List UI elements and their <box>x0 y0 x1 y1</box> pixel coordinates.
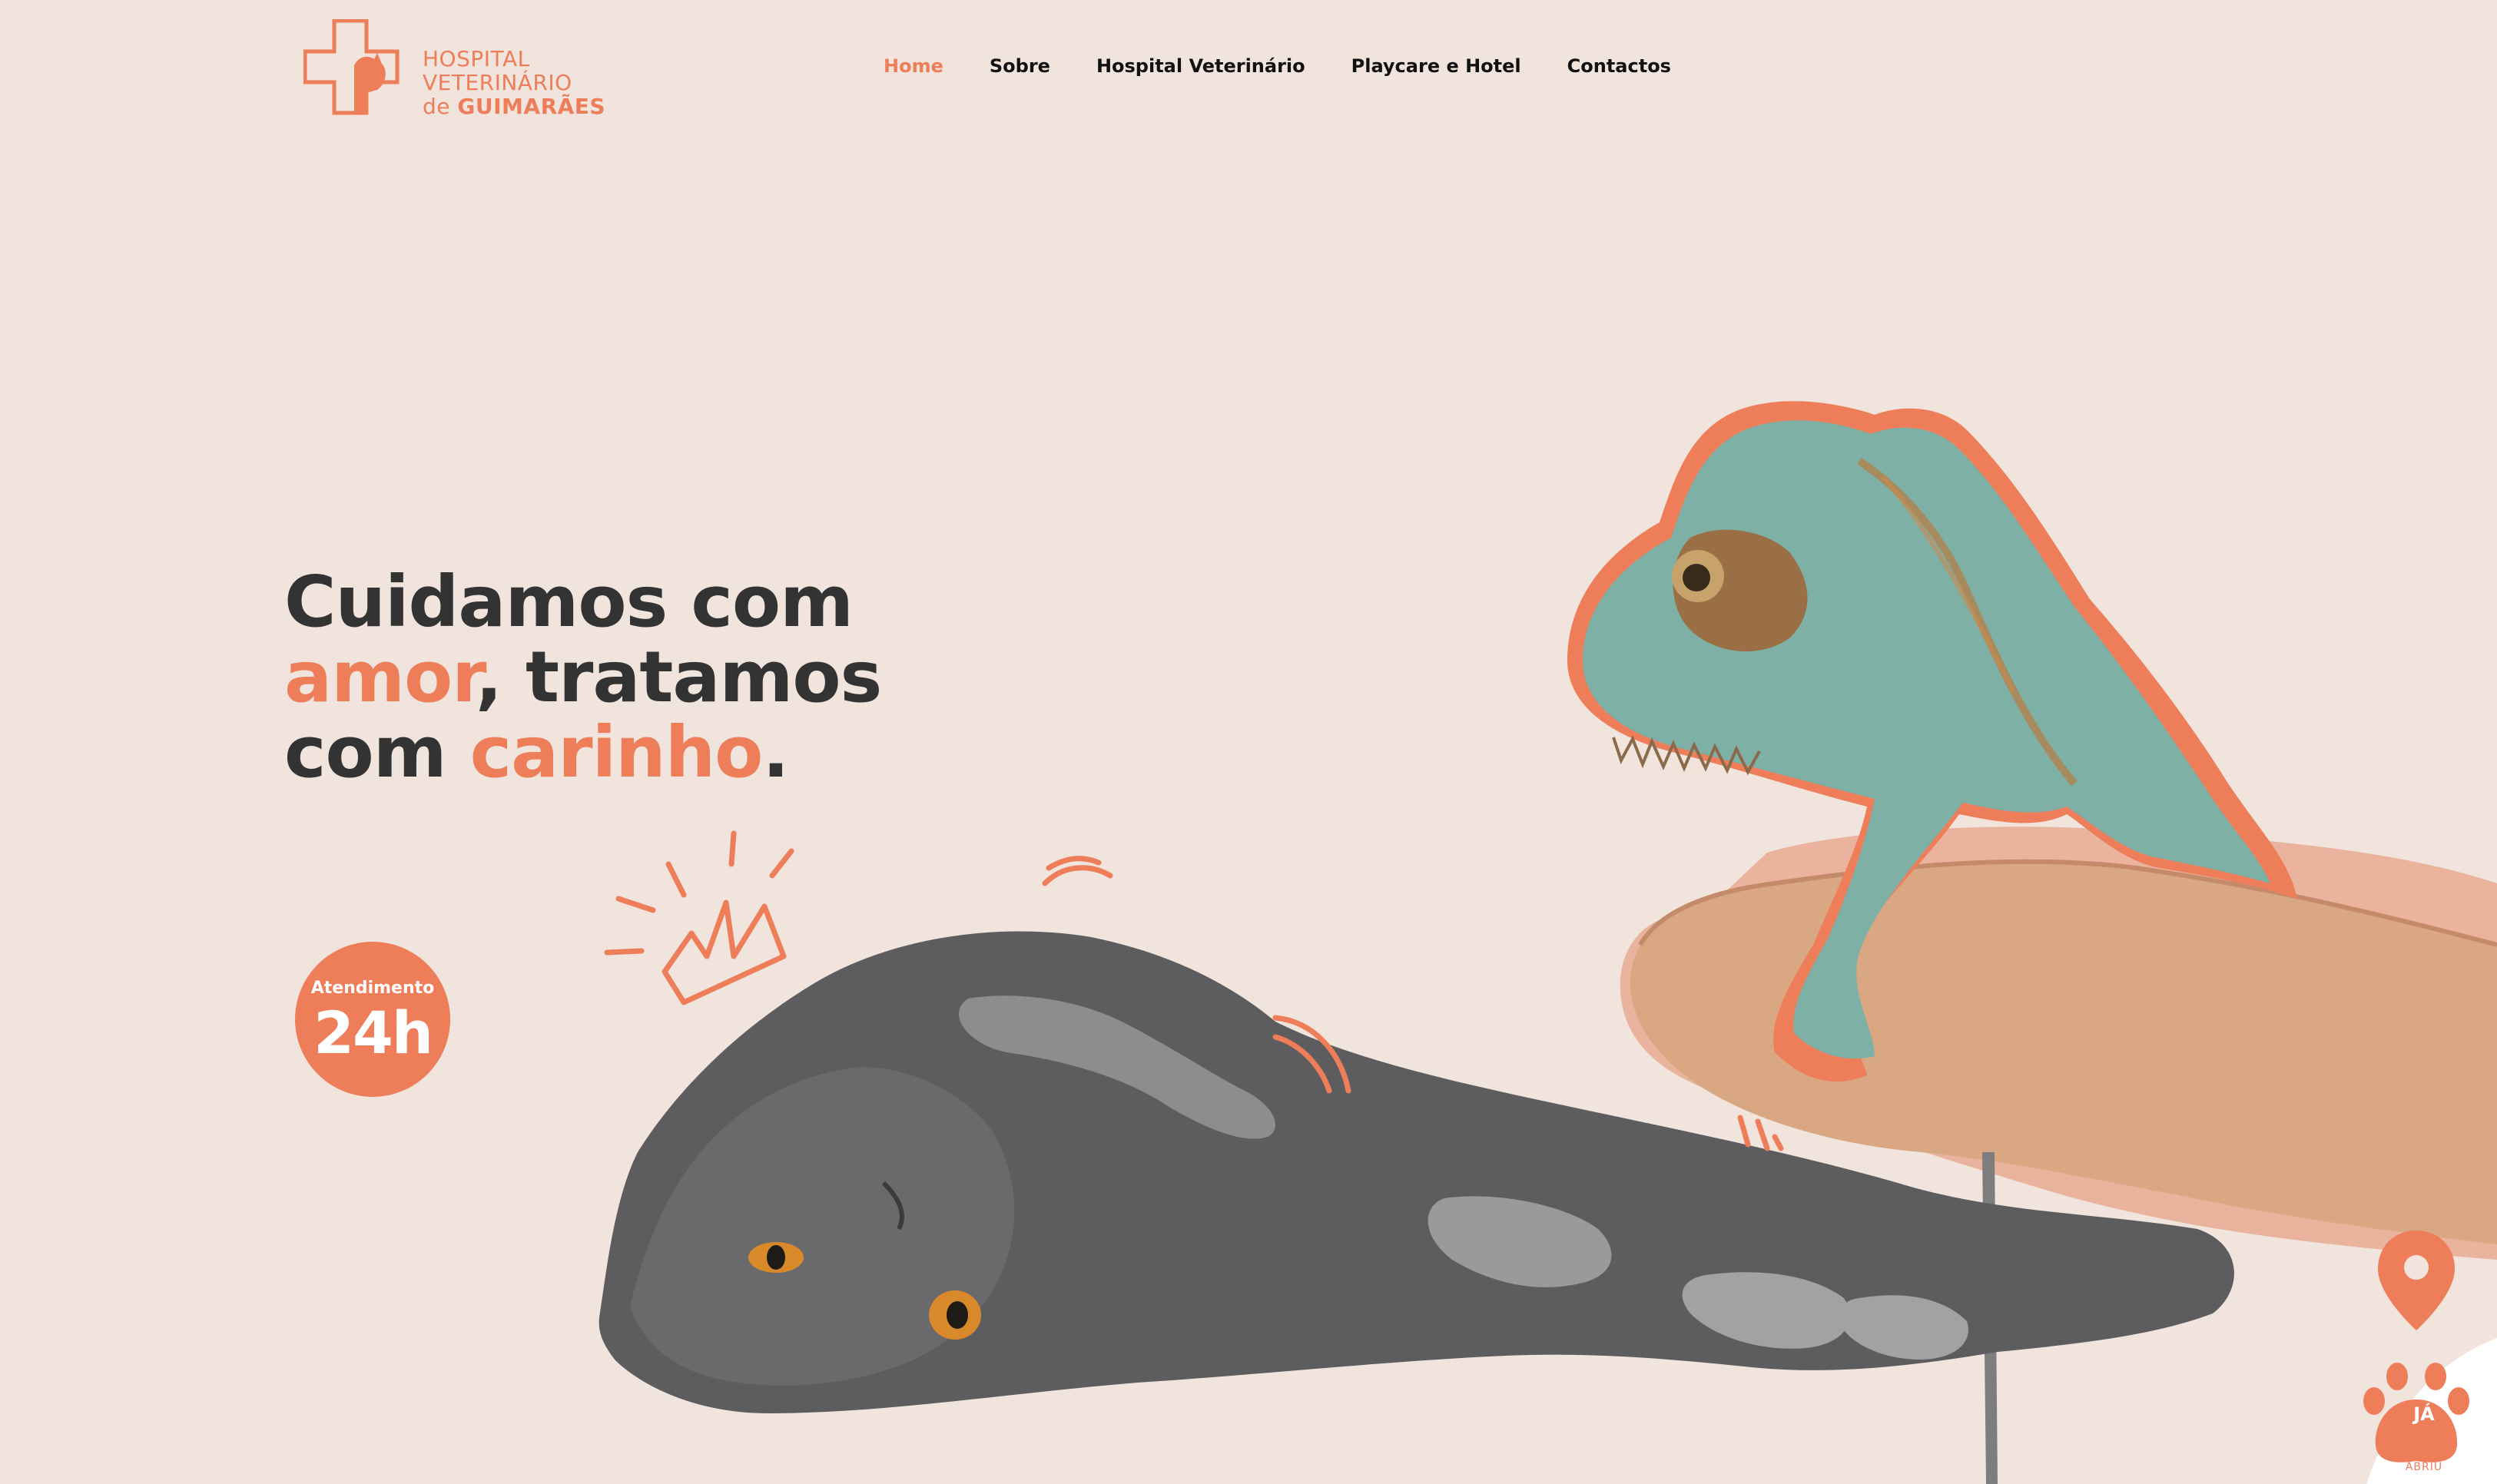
widget-label: JÁ <box>2413 1403 2435 1425</box>
hero-heading-line-2: amor, tratamos <box>284 640 976 715</box>
badge-label: Atendimento <box>310 979 435 998</box>
hero-heading-line-3: com carinho. <box>284 715 976 790</box>
hero-heading-line-1: Cuidamos com <box>284 561 854 643</box>
location-pin-icon <box>2378 1231 2455 1330</box>
hero-accent-amor: amor <box>284 636 476 718</box>
hero-heading-line-3-start: com <box>284 711 470 793</box>
floating-widget-graphic <box>2363 1231 2497 1484</box>
atendimento-24h-badge: Atendimento 24h <box>295 942 450 1097</box>
hero-heading: Cuidamos com amor, tratamos com carinho. <box>284 565 976 790</box>
hero-heading-line-2-rest: , tratamos <box>476 636 882 718</box>
doodle-crown-icon <box>604 830 794 1005</box>
hero-accent-carinho: carinho <box>469 711 764 793</box>
floating-widget[interactable]: JÁ ABRIU <box>2328 1231 2497 1484</box>
hero-heading-line-3-end: . <box>762 711 789 793</box>
widget-sublabel: ABRIU <box>2405 1461 2443 1473</box>
badge-value: 24h <box>313 999 433 1067</box>
page: HOSPITAL VETERINÁRIO de GUIMARÃES Home S… <box>0 0 2497 1484</box>
